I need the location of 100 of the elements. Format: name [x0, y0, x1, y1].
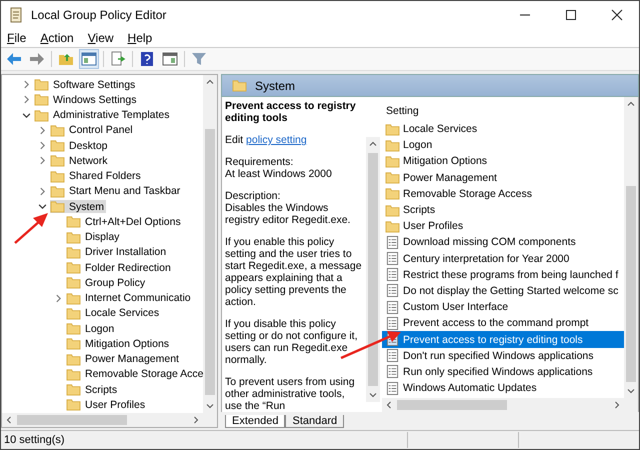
tree-item[interactable]: User Profiles — [66, 398, 148, 412]
list-item[interactable]: Run only specified Windows applications — [382, 364, 624, 380]
list-item[interactable]: Prevent access to registry editing tools — [382, 331, 624, 348]
scroll-up-icon[interactable] — [206, 78, 214, 86]
list-item[interactable]: Download missing COM components — [382, 234, 624, 250]
policy-title: Prevent access to registry editing tools — [225, 100, 357, 124]
tree-item[interactable]: Logon — [66, 322, 116, 336]
tree-item[interactable]: Ctrl+Alt+Del Options — [66, 215, 183, 228]
tree-item[interactable]: Shared Folders — [50, 170, 143, 183]
scrollbar[interactable] — [203, 75, 217, 413]
scroll-down-icon[interactable] — [206, 402, 214, 410]
export-list-icon[interactable] — [109, 50, 127, 68]
tree-item[interactable]: Network — [50, 154, 110, 168]
folder-icon — [385, 220, 400, 233]
setting-icon — [385, 382, 400, 395]
scroll-left-icon[interactable] — [385, 401, 393, 409]
folder-icon — [385, 154, 400, 168]
folder-icon — [50, 139, 65, 152]
tree-item[interactable]: Scripts — [66, 383, 120, 396]
tree-item[interactable]: Software Settings — [34, 78, 138, 92]
list-item[interactable]: Don't run specified Windows applications — [382, 348, 624, 364]
policy-setting-link[interactable]: policy setting — [246, 134, 307, 146]
tree-item[interactable]: Display — [66, 230, 122, 244]
scroll-right-icon[interactable] — [192, 416, 200, 424]
folder-icon — [66, 352, 81, 366]
action-pane-icon[interactable] — [161, 50, 179, 68]
setting-icon — [385, 252, 400, 266]
tree-item[interactable]: Mitigation Options — [66, 337, 172, 350]
description-paragraph: Description: Disables the Windows registry editor Regedit.exe. — [225, 190, 352, 226]
list-item[interactable]: Power Management — [382, 170, 624, 186]
tree-item[interactable]: Folder Redirection — [66, 261, 173, 274]
folder-icon — [66, 383, 81, 396]
description-paragraph: If you disable this policy setting or do not configure it, users can run Regedit.exe normally. — [225, 318, 358, 366]
list-item[interactable]: User Profiles — [382, 218, 624, 234]
list-item[interactable]: Do not display the Getting Started welcome sc — [382, 282, 624, 300]
list-item[interactable]: Custom User Interface — [382, 299, 624, 316]
folder-icon — [66, 368, 81, 381]
folder-icon — [232, 79, 247, 92]
tree-item[interactable]: Start Menu and Taskbar — [50, 184, 182, 198]
list-item[interactable]: Mitigation Options — [382, 153, 624, 170]
maximize-icon[interactable] — [565, 9, 577, 21]
setting-icon — [385, 365, 400, 378]
tree-item[interactable]: Group Policy — [66, 276, 148, 290]
setting-icon — [385, 284, 400, 298]
list-item[interactable]: Restrict these programs from being launched f — [382, 266, 624, 283]
scrollbar[interactable] — [366, 137, 380, 402]
setting-icon — [385, 300, 400, 314]
menu-item[interactable]: Help — [128, 31, 152, 45]
folder-icon — [385, 122, 400, 136]
list-item[interactable]: Scripts — [382, 202, 624, 218]
menu-item[interactable]: View — [88, 31, 114, 45]
forward-arrow-icon[interactable] — [28, 50, 46, 68]
status-text: 10 setting(s) — [4, 434, 65, 446]
menu-item[interactable]: Action — [40, 31, 74, 45]
scroll-up-icon[interactable] — [369, 140, 377, 148]
list-item[interactable]: Logon — [382, 137, 624, 154]
tree-item[interactable]: Internet Communicatio — [66, 292, 193, 305]
app-icon — [9, 7, 23, 23]
tree-item[interactable]: Power Management — [66, 352, 181, 366]
scrollbar[interactable] — [624, 97, 638, 398]
tab[interactable]: Standard — [285, 415, 344, 428]
horizontal-scrollbar[interactable] — [2, 413, 217, 427]
folder-icon — [66, 306, 81, 320]
folder-icon — [385, 187, 400, 200]
description-paragraph: To prevent users from using other administrative tools, use the “Run — [225, 376, 356, 412]
pointer-arrow — [14, 213, 48, 244]
edit-label: Edit — [225, 134, 244, 146]
scroll-right-icon[interactable] — [613, 401, 621, 409]
folder-icon — [66, 276, 81, 290]
folder-icon — [50, 200, 65, 214]
scroll-down-icon[interactable] — [627, 387, 635, 395]
tree-item[interactable]: Administrative Templates — [34, 108, 172, 122]
folder-icon — [385, 138, 400, 152]
help-icon[interactable] — [138, 50, 156, 68]
folder-icon — [385, 171, 400, 184]
column-header[interactable]: Setting — [382, 103, 624, 121]
scroll-up-icon[interactable] — [627, 100, 635, 108]
scroll-left-icon[interactable] — [5, 416, 13, 424]
tree-item[interactable]: Windows Settings — [34, 93, 138, 106]
tree-item[interactable]: Desktop — [50, 139, 110, 152]
horizontal-scrollbar[interactable] — [382, 398, 638, 412]
tree-item[interactable]: Driver Installation — [66, 246, 168, 259]
menu-item[interactable]: File — [7, 31, 26, 45]
filter-icon[interactable] — [190, 50, 208, 68]
tree-item[interactable]: Control Panel — [50, 124, 135, 137]
list-item[interactable]: Century interpretation for Year 2000 — [382, 250, 624, 267]
tree-item[interactable]: System — [50, 200, 106, 214]
list-item[interactable]: Windows Automatic Updates — [382, 380, 624, 396]
tree-pane-icon[interactable] — [80, 50, 98, 68]
tab[interactable]: Extended — [225, 415, 286, 428]
close-icon[interactable] — [611, 9, 623, 21]
list-item[interactable]: Prevent access to the command prompt — [382, 315, 624, 332]
scroll-down-icon[interactable] — [369, 391, 377, 399]
folder-icon — [66, 322, 81, 336]
tree-item[interactable]: Removable Storage Acce — [66, 368, 203, 381]
tree-item[interactable]: Locale Services — [66, 306, 162, 320]
setting-icon — [385, 236, 400, 249]
description-paragraph: Requirements: At least Windows 2000 — [225, 156, 333, 180]
list-item[interactable]: Locale Services — [382, 121, 624, 138]
list-item[interactable]: Removable Storage Access — [382, 186, 624, 202]
